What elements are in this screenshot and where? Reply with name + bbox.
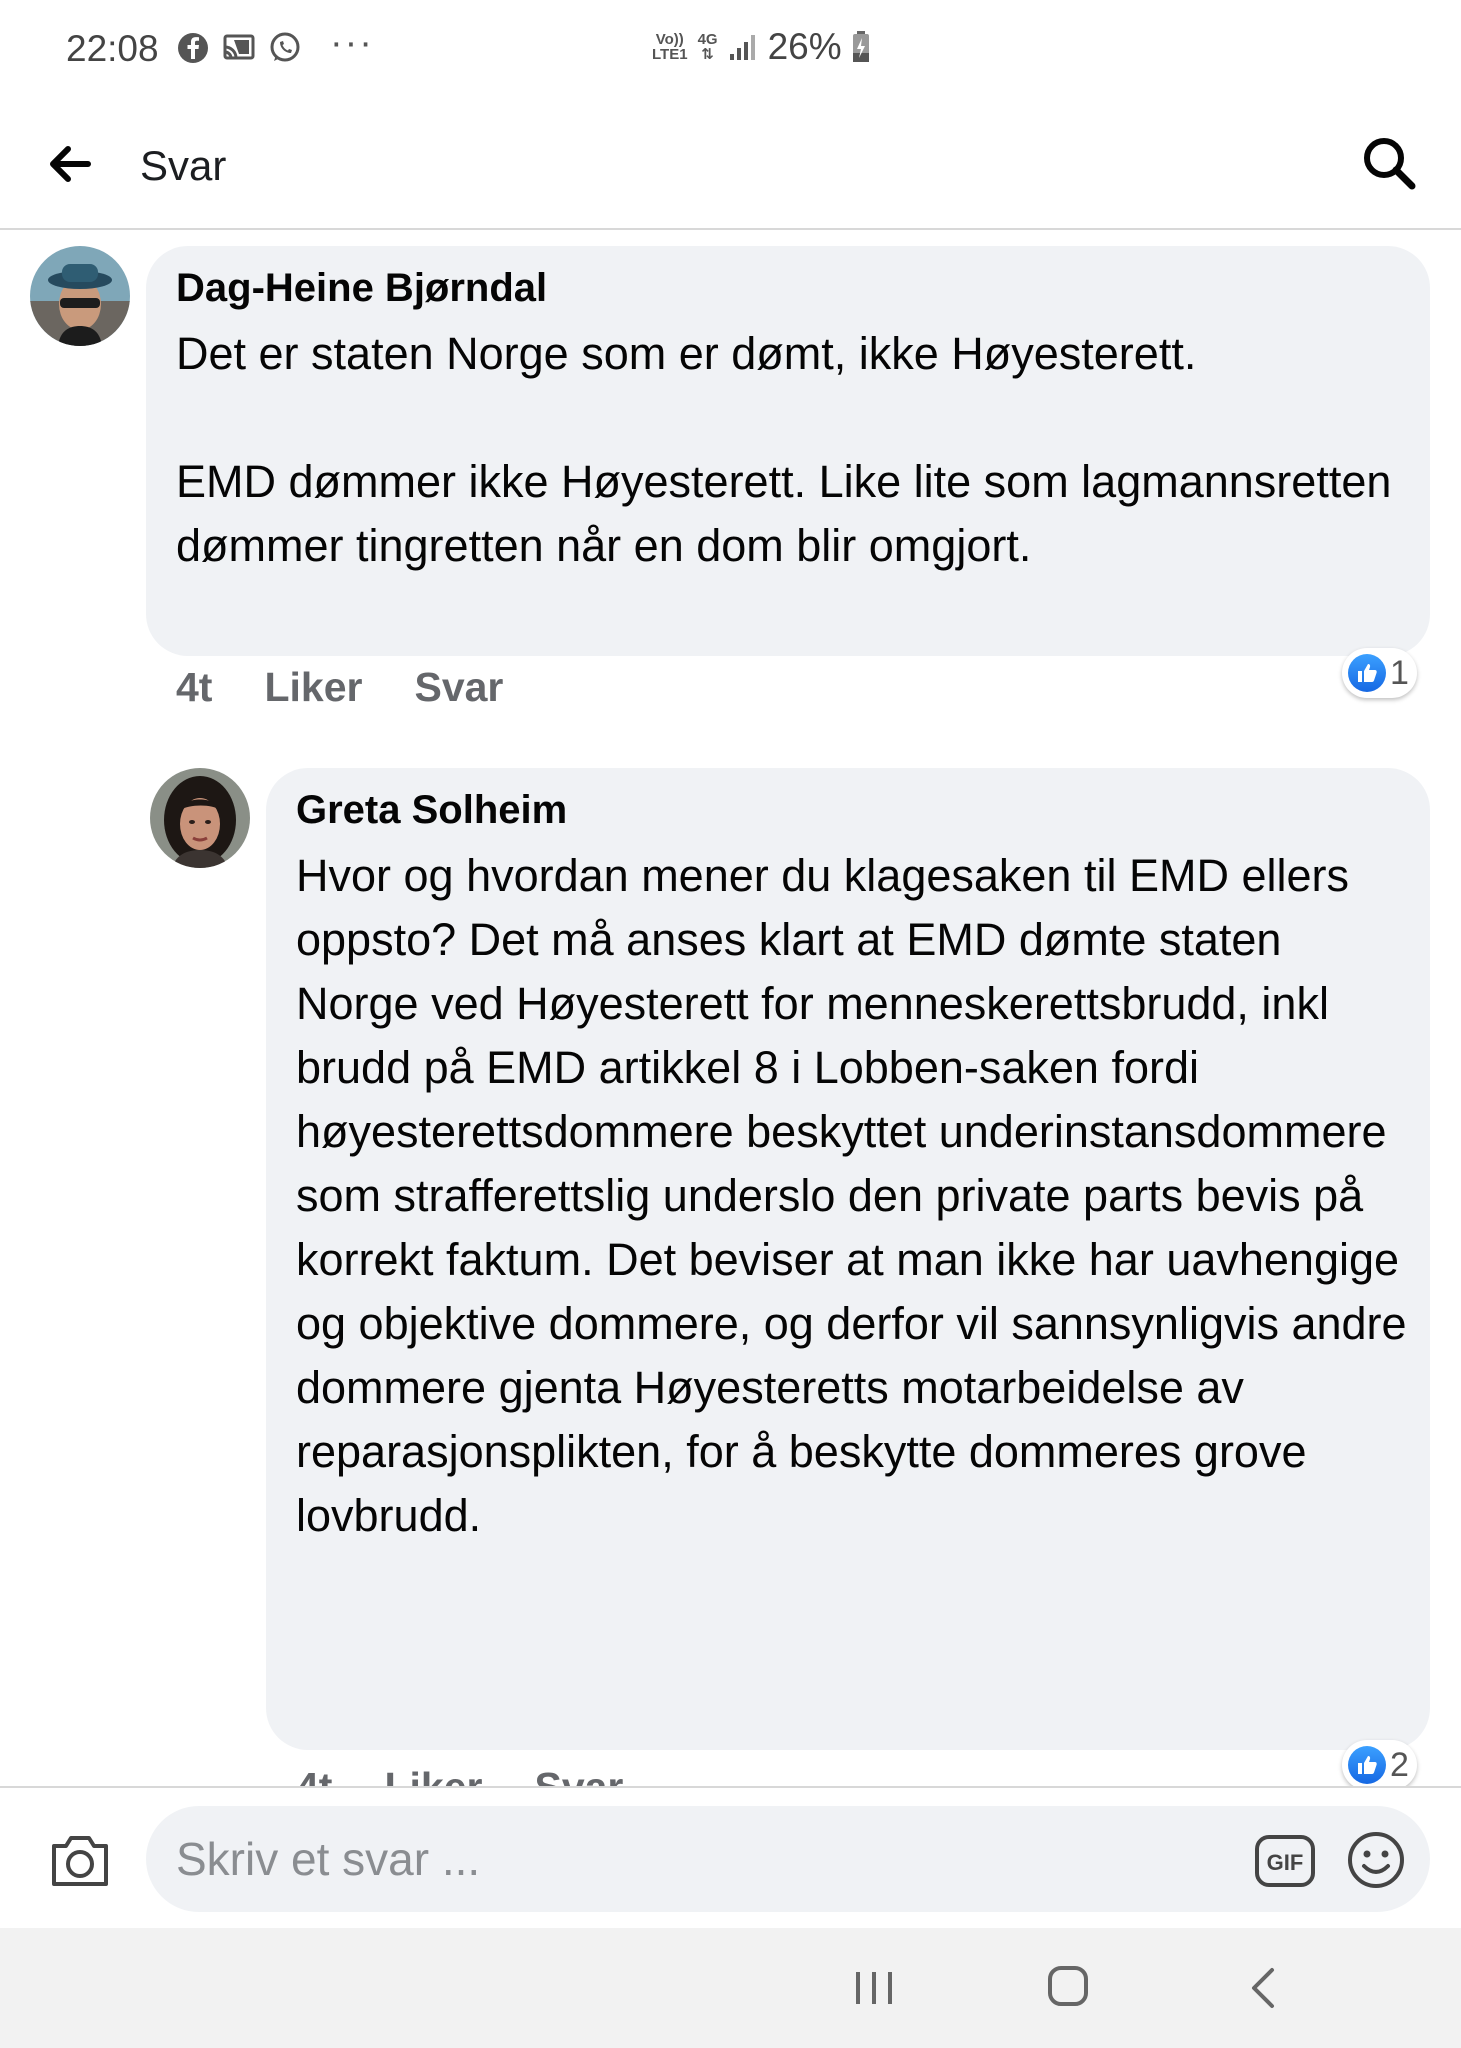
avatar[interactable] xyxy=(30,246,130,346)
comment-actions-clip: 4t Liker Svar xyxy=(0,1758,1461,1786)
data-arrows-icon: ⇅ xyxy=(701,46,714,63)
facebook-icon xyxy=(178,33,208,63)
whatsapp-icon xyxy=(270,32,300,62)
system-nav-bar xyxy=(0,1928,1461,2048)
comment-actions: 4t Liker Svar xyxy=(296,1764,623,1786)
notification-icons xyxy=(176,31,302,65)
recent-apps-icon[interactable] xyxy=(852,1968,896,2008)
network-type-indicator: 4G ⇅ xyxy=(698,32,718,62)
system-indicators: Vo)) LTE1 4G ⇅ 26% xyxy=(652,26,870,68)
reply-input[interactable] xyxy=(146,1806,1430,1912)
reply-button[interactable]: Svar xyxy=(414,664,503,711)
emoji-icon[interactable] xyxy=(1346,1830,1406,1890)
avatar-photo xyxy=(150,768,250,868)
comment-bubble[interactable]: Greta Solheim Hvor og hvordan mener du k… xyxy=(266,768,1430,1750)
avatar-photo xyxy=(30,246,130,346)
thumbs-up-icon xyxy=(1348,1746,1386,1784)
like-button[interactable]: Liker xyxy=(384,1764,482,1786)
cast-icon xyxy=(223,34,255,60)
comment-text: Hvor og hvordan mener du klagesaken til … xyxy=(296,850,1420,1541)
status-time: 22:08 xyxy=(66,28,159,69)
home-icon[interactable] xyxy=(1046,1964,1090,2008)
nav-back-icon[interactable] xyxy=(1244,1964,1280,2012)
search-icon[interactable] xyxy=(1360,134,1418,192)
status-bar: 22:08 ··· Vo)) LTE1 4G ⇅ 26% xyxy=(0,0,1461,100)
gif-icon[interactable]: GIF xyxy=(1254,1834,1316,1888)
volte-label-top: Vo)) xyxy=(655,31,684,48)
reaction-summary[interactable]: 1 xyxy=(1342,648,1417,698)
volte-label-bottom: LTE1 xyxy=(652,46,688,63)
more-notifications-icon: ··· xyxy=(330,22,374,64)
app-bar: Svar xyxy=(0,100,1461,230)
battery-icon xyxy=(852,31,869,62)
reaction-count: 2 xyxy=(1390,1745,1409,1784)
signal-icon xyxy=(729,35,755,60)
like-button[interactable]: Liker xyxy=(264,664,362,711)
camera-icon[interactable] xyxy=(48,1832,112,1888)
reply-button[interactable]: Svar xyxy=(534,1764,623,1786)
network-type-label: 4G xyxy=(697,31,718,48)
reaction-count: 1 xyxy=(1390,653,1409,692)
comment-bubble[interactable]: Dag-Heine Bjørndal Det er staten Norge s… xyxy=(146,246,1430,656)
reaction-summary[interactable]: 2 xyxy=(1342,1740,1417,1790)
comment-actions: 4t Liker Svar xyxy=(176,664,503,711)
battery-percent: 26% xyxy=(767,26,842,67)
comment-text: Det er staten Norge som er dømt, ikke Hø… xyxy=(176,328,1392,571)
avatar[interactable] xyxy=(150,768,250,868)
comment-author[interactable]: Dag-Heine Bjørndal xyxy=(176,266,547,311)
back-arrow-icon[interactable] xyxy=(44,138,96,190)
thumbs-up-icon xyxy=(1348,654,1386,692)
volte-indicator: Vo)) LTE1 xyxy=(652,32,688,62)
comment-time: 4t xyxy=(296,1764,332,1786)
page-title: Svar xyxy=(140,142,227,189)
comment-author[interactable]: Greta Solheim xyxy=(296,788,567,833)
comment-time: 4t xyxy=(176,664,213,710)
gif-label: GIF xyxy=(1267,1850,1304,1875)
reply-composer: GIF xyxy=(0,1786,1461,1930)
